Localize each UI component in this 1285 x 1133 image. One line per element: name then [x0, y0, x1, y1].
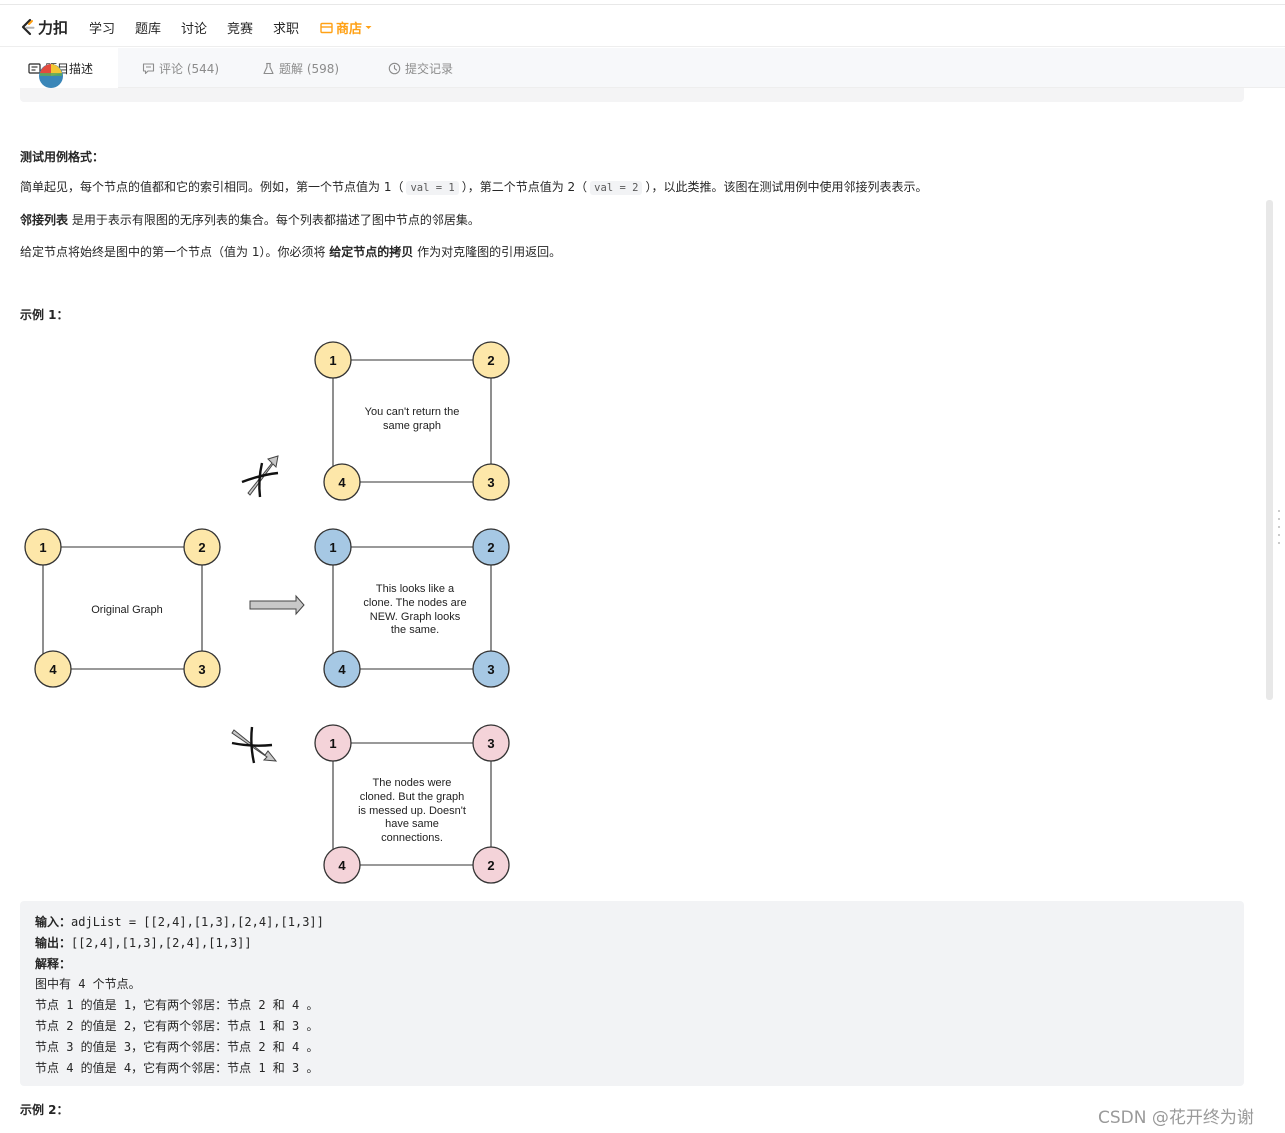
paragraph-adjacency-list: 邻接列表 是用于表示有限图的无序列表的集合。每个列表都描述了图中节点的邻居集。 — [20, 211, 480, 229]
caption-line: This looks like a — [376, 583, 455, 595]
node-label: 4 — [338, 475, 346, 490]
nav-store-label: 商店 — [336, 22, 363, 37]
node-label: 4 — [338, 858, 346, 873]
previous-code-block-edge — [20, 88, 1244, 102]
node-label: 1 — [329, 540, 336, 555]
tab-submissions-label: 提交记录 — [405, 61, 454, 76]
explanation-line: 图中有 4 个节点。 — [35, 977, 141, 992]
output-line: 输出：[[2,4],[1,3],[2,4],[1,3]] — [35, 933, 1229, 954]
paragraph-return-copy: 给定节点将始终是图中的第一个节点（值为 1）。你必须将 给定节点的拷贝 作为对克… — [20, 243, 561, 261]
brand-name: 力扣 — [38, 18, 69, 37]
nav-jobs[interactable]: 求职 — [273, 18, 299, 37]
node-label: 1 — [329, 353, 336, 368]
caption-line: The nodes were — [373, 777, 452, 789]
text-segment: ），以此类推。该图在测试用例中使用邻接列表表示。 — [645, 180, 928, 194]
caption-line: same graph — [383, 420, 441, 432]
explanation-line: 节点 2 的值是 2，它有两个邻居：节点 1 和 3 。 — [35, 1018, 319, 1033]
caption-line: the same. — [391, 624, 439, 636]
caption-line: have same — [385, 818, 439, 830]
node-label: 3 — [487, 475, 494, 490]
input-label: 输入： — [35, 915, 72, 929]
inline-code: val = 1 — [406, 181, 459, 195]
tab-solutions[interactable]: 题解 (598) — [262, 48, 339, 88]
nav-problems[interactable]: 题库 — [135, 18, 161, 37]
paragraph-node-values: 简单起见，每个节点的值都和它的索引相同。例如，第一个节点值为 1（ val = 1… — [20, 178, 927, 197]
example-1-block: 输入：adjList = [[2,4],[1,3],[2,4],[1,3]] 输… — [20, 901, 1244, 1086]
node-label: 2 — [487, 540, 494, 555]
csdn-watermark: CSDN @花开终为谢 — [1098, 1108, 1254, 1128]
crossed-arrow-up-icon — [241, 455, 279, 498]
leetcode-logo[interactable]: 力扣 — [20, 17, 68, 37]
node-label: 2 — [487, 353, 494, 368]
output-value: [[2,4],[1,3],[2,4],[1,3]] — [71, 935, 252, 950]
caption-line: connections. — [381, 832, 443, 844]
crossed-arrow-down-icon — [231, 726, 278, 764]
node-label: 3 — [198, 662, 205, 677]
leetcode-logo-icon — [21, 18, 35, 36]
test-format-title: 测试用例格式： — [20, 150, 105, 164]
problem-tabbar: 题目描述 评论 (544) 题解 (598) 提交记录 — [0, 48, 1285, 88]
text-segment: 简单起见，每个节点的值都和它的索引相同。例如，第一个节点值为 1（ — [20, 180, 404, 194]
caption-line: clone. The nodes are — [363, 597, 466, 609]
explanation-line: 节点 4 的值是 4，它有两个邻居：节点 1 和 3 。 — [35, 1060, 319, 1075]
inline-code: val = 2 — [590, 181, 643, 195]
node-label: 4 — [49, 662, 57, 677]
bold-text: 邻接列表 — [20, 213, 69, 227]
caption-line: cloned. But the graph — [360, 791, 465, 803]
explanation-label: 解释： — [35, 954, 1229, 975]
store-icon — [320, 22, 333, 33]
example-1-title: 示例 1： — [20, 308, 69, 322]
tab-submissions[interactable]: 提交记录 — [388, 48, 453, 88]
input-line: 输入：adjList = [[2,4],[1,3],[2,4],[1,3]] — [35, 912, 1229, 933]
node-label: 2 — [487, 858, 494, 873]
original-graph-caption: Original Graph — [91, 604, 163, 616]
comment-icon — [142, 62, 155, 74]
explain-label: 解释： — [35, 956, 72, 971]
bold-text: 给定节点的拷贝 — [329, 245, 414, 259]
node-label: 1 — [329, 736, 336, 751]
caption-line: NEW. Graph looks — [370, 611, 461, 623]
output-label: 输出： — [35, 935, 72, 950]
node-label: 4 — [338, 662, 346, 677]
input-value: adjList = [[2,4],[1,3],[2,4],[1,3]] — [71, 915, 324, 929]
node-label: 3 — [487, 736, 494, 751]
flask-icon — [263, 62, 274, 74]
text-segment: 给定节点将始终是图中的第一个节点（值为 1）。你必须将 — [20, 245, 330, 259]
messed-graph-edges — [332, 742, 492, 866]
example-2-title: 示例 2： — [20, 1103, 69, 1117]
tab-comments[interactable]: 评论 (544) — [142, 48, 219, 88]
tab-solutions-label: 题解 (598) — [279, 61, 340, 76]
content-scrollbar[interactable] — [1266, 200, 1273, 700]
caret-down-icon — [365, 26, 372, 29]
arrow-right-icon — [249, 594, 305, 616]
node-label: 2 — [198, 540, 205, 555]
caption-line: You can't return the — [365, 406, 460, 418]
node-label: 3 — [487, 662, 494, 677]
explanation-line: 节点 1 的值是 1，它有两个邻居：节点 2 和 4 。 — [35, 998, 319, 1013]
clock-icon — [388, 62, 401, 74]
caption-line: is messed up. Doesn't — [358, 805, 466, 817]
nav-contest[interactable]: 竞赛 — [227, 18, 253, 37]
nav-learn[interactable]: 学习 — [89, 18, 115, 37]
nav-discuss[interactable]: 讨论 — [181, 18, 207, 37]
tab-comments-label: 评论 (544) — [159, 61, 220, 76]
nav-store[interactable]: 商店 — [320, 18, 372, 37]
explanation-line: 节点 3 的值是 3，它有两个邻居：节点 2 和 4 。 — [35, 1039, 319, 1054]
node-label: 1 — [39, 540, 46, 555]
text-segment: ），第二个节点值为 2（ — [461, 180, 588, 194]
text-segment: 作为对克隆图的引用返回。 — [413, 245, 562, 259]
avatar-icon — [39, 64, 63, 88]
panel-resize-handle[interactable] — [1276, 510, 1282, 560]
text-segment: 是用于表示有限图的无序列表的集合。每个列表都描述了图中节点的邻居集。 — [68, 213, 480, 227]
clone-graph-figure: 1 2 4 3 You can't return the same graph … — [24, 341, 510, 884]
top-navbar: 力扣 学习 题库 讨论 竞赛 求职 商店 — [0, 4, 1285, 47]
